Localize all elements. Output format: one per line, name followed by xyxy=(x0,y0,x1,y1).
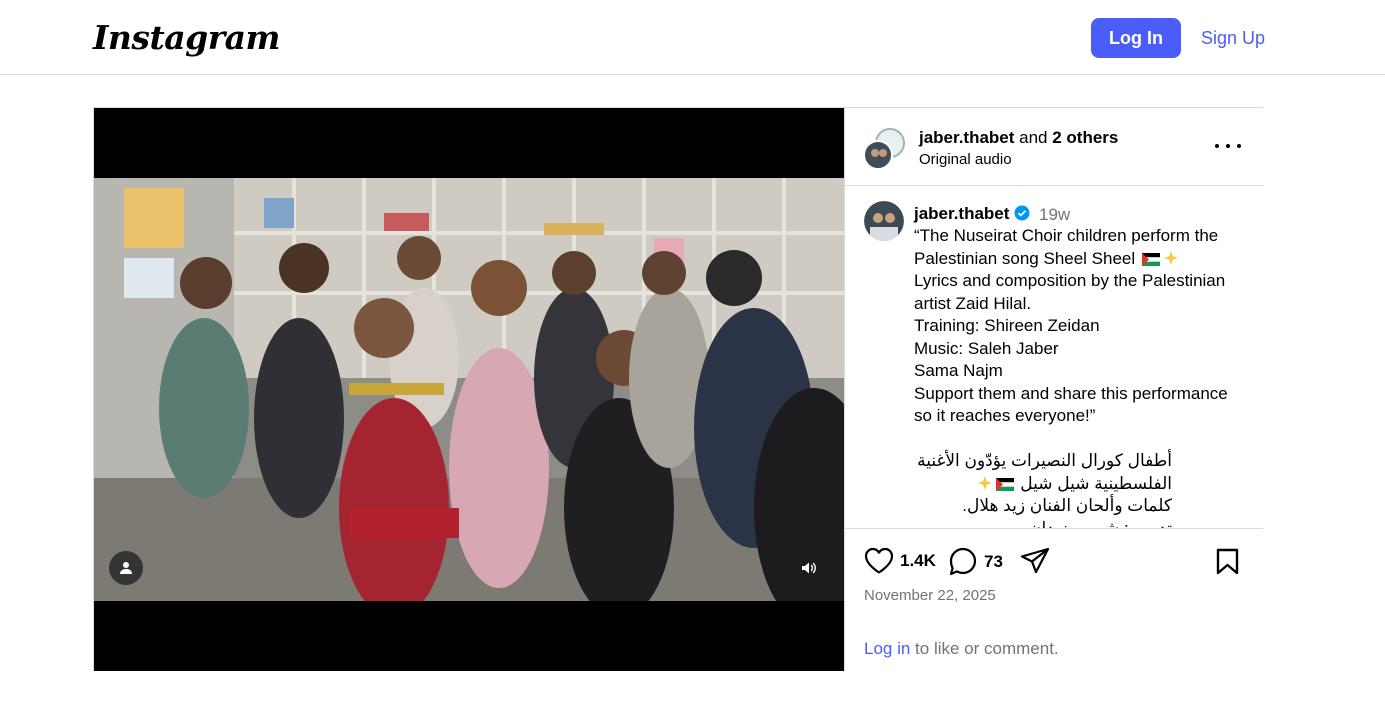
caption-username[interactable]: jaber.thabet xyxy=(914,204,1009,224)
sparkles-icon xyxy=(1163,250,1178,265)
save-button[interactable] xyxy=(1215,548,1240,575)
video-frame[interactable] xyxy=(94,178,844,601)
caption-line: artist Zaid Hilal. xyxy=(914,293,1032,313)
comment-icon xyxy=(949,547,977,576)
more-icon-dot xyxy=(1226,144,1230,148)
caption-line-arabic: كلمات وألحان الفنان زيد هلال. xyxy=(962,496,1172,515)
palestine-flag-icon xyxy=(995,477,1014,491)
caption-section[interactable]: jaber.thabet 19w “The Nuseirat Choir chi… xyxy=(845,187,1263,528)
caption-line: so it reaches everyone!” xyxy=(914,406,1096,425)
caption-line-arabic-with-emoji: الفلسطينية شيل شيل xyxy=(914,473,1172,496)
more-icon-dot xyxy=(1237,144,1241,148)
post-date[interactable]: November 22, 2025 xyxy=(864,587,996,604)
caption-line-arabic: الفلسطينية شيل شيل xyxy=(1020,473,1172,493)
caption-line: Training: Shireen Zeidan xyxy=(914,316,1100,335)
instagram-logo[interactable]: Instagram xyxy=(93,18,280,57)
caption-line: Support them and share this performance xyxy=(914,383,1228,403)
caption-line: Sama Najm xyxy=(914,361,1003,380)
post-actions: 1.4K 73 November 22, 2025 Log in to like… xyxy=(845,528,1263,671)
post-container: jaber.thabet and 2 others Original audio… xyxy=(93,107,1264,671)
likes-count[interactable]: 1.4K xyxy=(900,551,936,571)
volume-icon xyxy=(802,562,816,574)
caption-line: Music: Saleh Jaber xyxy=(914,338,1059,358)
palestine-flag-icon xyxy=(1141,252,1160,266)
like-button[interactable]: 1.4K xyxy=(864,547,936,574)
collab-avatar[interactable] xyxy=(863,126,907,170)
caption-line-arabic: تدريب: شيرين زيدان xyxy=(1029,518,1172,529)
heart-icon xyxy=(864,547,894,574)
comment-button[interactable]: 73 xyxy=(948,547,1003,576)
caption-avatar[interactable] xyxy=(864,201,904,241)
caption-text: “The Nuseirat Choir children perform the… xyxy=(914,225,1249,528)
user-tag-button[interactable] xyxy=(109,551,143,585)
sparkles-icon xyxy=(977,475,992,490)
more-options-button[interactable] xyxy=(1215,136,1241,156)
caption-line-arabic: أطفال كورال النصيرات يؤدّون الأغنية xyxy=(917,451,1172,470)
share-icon xyxy=(1020,547,1050,574)
user-tag-icon xyxy=(120,562,132,574)
share-button[interactable] xyxy=(1020,547,1050,574)
author-username[interactable]: jaber.thabet xyxy=(919,128,1014,147)
log-in-link[interactable]: Log in xyxy=(864,639,910,658)
post-header: jaber.thabet and 2 others Original audio xyxy=(845,108,1264,186)
log-in-button[interactable]: Log In xyxy=(1091,18,1181,58)
bookmark-icon xyxy=(1216,548,1239,575)
author-and-text: and xyxy=(1014,128,1053,147)
verified-icon xyxy=(1014,205,1030,221)
caption-line-with-emoji: Palestinian song Sheel Sheel xyxy=(914,248,1249,271)
volume-button[interactable] xyxy=(792,551,826,585)
login-prompt: Log in to like or comment. xyxy=(864,639,1059,659)
video-player[interactable] xyxy=(94,108,844,671)
sign-up-link[interactable]: Sign Up xyxy=(1201,28,1265,49)
post-sidebar: jaber.thabet and 2 others Original audio… xyxy=(844,108,1264,671)
others-count[interactable]: 2 others xyxy=(1052,128,1118,147)
caption-time[interactable]: 19w xyxy=(1039,205,1070,225)
caption-line: Lyrics and composition by the Palestinia… xyxy=(914,271,1226,290)
login-prompt-text: to like or comment. xyxy=(910,639,1059,658)
audio-label[interactable]: Original audio xyxy=(919,151,1012,168)
caption-line: “The Nuseirat Choir children perform the xyxy=(914,226,1219,245)
more-icon xyxy=(1215,144,1219,148)
video-frame-image xyxy=(94,178,844,601)
caption-line: Palestinian song Sheel Sheel xyxy=(914,248,1136,268)
comments-count[interactable]: 73 xyxy=(984,552,1003,572)
top-bar: Instagram Log In Sign Up xyxy=(0,0,1385,75)
post-author-line[interactable]: jaber.thabet and 2 others xyxy=(919,128,1118,148)
